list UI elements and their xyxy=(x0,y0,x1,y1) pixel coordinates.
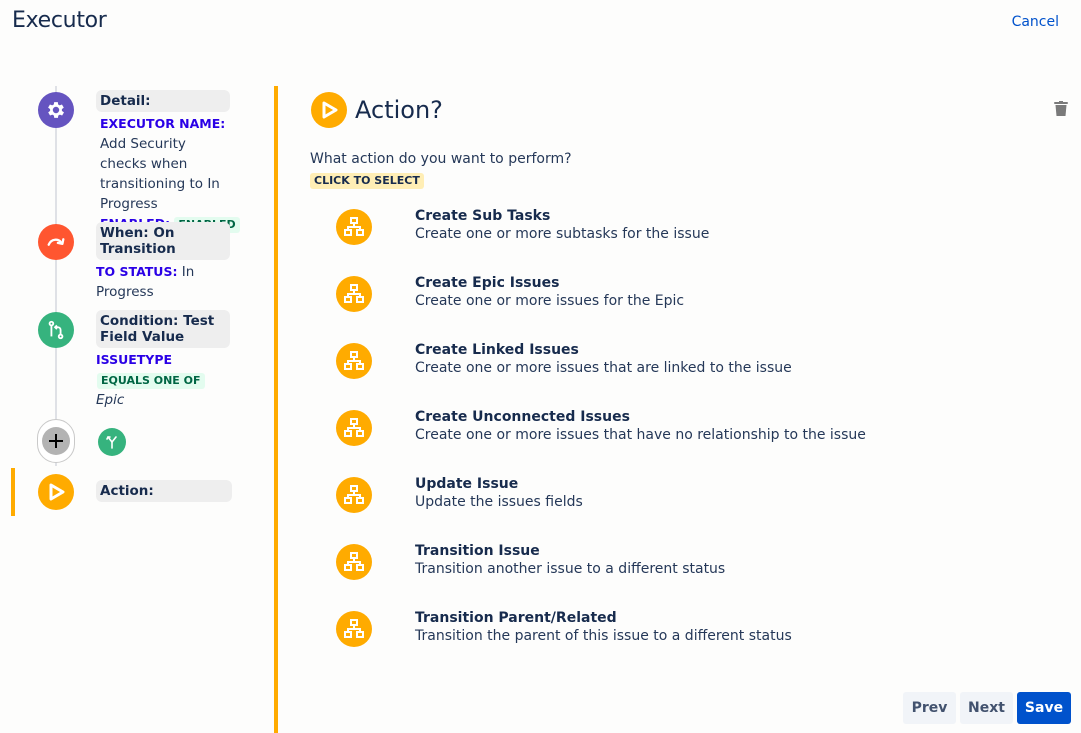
step-title: Detail: xyxy=(96,90,230,112)
add-branch-button[interactable] xyxy=(98,428,126,456)
action-create-linked-issues[interactable]: Create Linked Issues Create one or more … xyxy=(336,341,936,408)
next-button[interactable]: Next xyxy=(960,692,1013,724)
action-title: Create Sub Tasks xyxy=(415,208,551,224)
action-description: Update the issues fields xyxy=(415,494,583,510)
timeline-line xyxy=(55,86,57,466)
hierarchy-icon xyxy=(336,343,372,379)
section-divider xyxy=(274,86,278,733)
play-icon xyxy=(38,474,74,510)
to-status-label: TO STATUS: xyxy=(96,264,178,279)
rule-steps-sidebar: Detail: EXECUTOR NAME: Add Security chec… xyxy=(0,86,260,526)
hierarchy-icon xyxy=(336,544,372,580)
action-description: Create one or more subtasks for the issu… xyxy=(415,226,710,242)
hierarchy-icon xyxy=(336,611,372,647)
condition-branch-icon xyxy=(38,312,74,348)
action-description: Create one or more issues that have no r… xyxy=(415,427,866,443)
action-title: Update Issue xyxy=(415,476,519,492)
plus-icon xyxy=(42,427,70,455)
trash-icon[interactable] xyxy=(1054,101,1068,121)
page-title: Executor xyxy=(12,8,107,33)
branch-icon xyxy=(106,436,117,449)
action-title: Create Unconnected Issues xyxy=(415,409,630,425)
main-title: Action? xyxy=(355,96,443,124)
executor-name-label: EXECUTOR NAME: xyxy=(100,116,226,131)
action-transition-issue[interactable]: Transition Issue Transition another issu… xyxy=(336,542,936,609)
action-create-unconnected-issues[interactable]: Create Unconnected Issues Create one or … xyxy=(336,408,936,475)
condition-value: Epic xyxy=(96,392,125,408)
add-step-button[interactable] xyxy=(37,419,75,463)
action-list: Create Sub Tasks Create one or more subt… xyxy=(336,207,936,676)
hierarchy-icon xyxy=(336,276,372,312)
action-description: Transition another issue to a different … xyxy=(415,561,726,577)
action-create-sub-tasks[interactable]: Create Sub Tasks Create one or more subt… xyxy=(336,207,936,274)
step-title: When: On Transition xyxy=(96,222,230,260)
hierarchy-icon xyxy=(336,410,372,446)
executor-name-value: Add Security checks when transitioning t… xyxy=(100,136,220,212)
action-transition-parent-related[interactable]: Transition Parent/Related Transition the… xyxy=(336,609,936,676)
footer-buttons: Prev Next Save xyxy=(903,692,1071,724)
action-update-issue[interactable]: Update Issue Update the issues fields xyxy=(336,475,936,542)
prev-button[interactable]: Prev xyxy=(903,692,956,724)
operator-badge: EQUALS ONE OF xyxy=(97,373,205,389)
hierarchy-icon xyxy=(336,209,372,245)
hierarchy-icon xyxy=(336,477,372,513)
action-title: Transition Parent/Related xyxy=(415,610,617,626)
action-title: Transition Issue xyxy=(415,543,540,559)
click-to-select-badge: CLICK TO SELECT xyxy=(310,173,424,189)
play-icon xyxy=(311,92,347,128)
issuetype-label: ISSUETYPE xyxy=(96,352,173,367)
action-create-epic-issues[interactable]: Create Epic Issues Create one or more is… xyxy=(336,274,936,341)
transition-arrow-icon xyxy=(38,224,74,260)
action-question: What action do you want to perform? xyxy=(310,151,572,167)
gear-icon xyxy=(38,92,74,128)
action-description: Create one or more issues for the Epic xyxy=(415,293,685,309)
main-header: Action? xyxy=(311,92,443,128)
step-title: Condition: Test Field Value xyxy=(96,310,230,348)
action-title: Create Epic Issues xyxy=(415,275,560,291)
action-description: Create one or more issues that are linke… xyxy=(415,360,792,376)
active-step-indicator xyxy=(11,468,15,516)
save-button[interactable]: Save xyxy=(1017,692,1071,724)
cancel-link[interactable]: Cancel xyxy=(1012,14,1059,30)
step-title: Action: xyxy=(96,480,232,502)
action-title: Create Linked Issues xyxy=(415,342,579,358)
action-description: Transition the parent of this issue to a… xyxy=(415,628,792,644)
